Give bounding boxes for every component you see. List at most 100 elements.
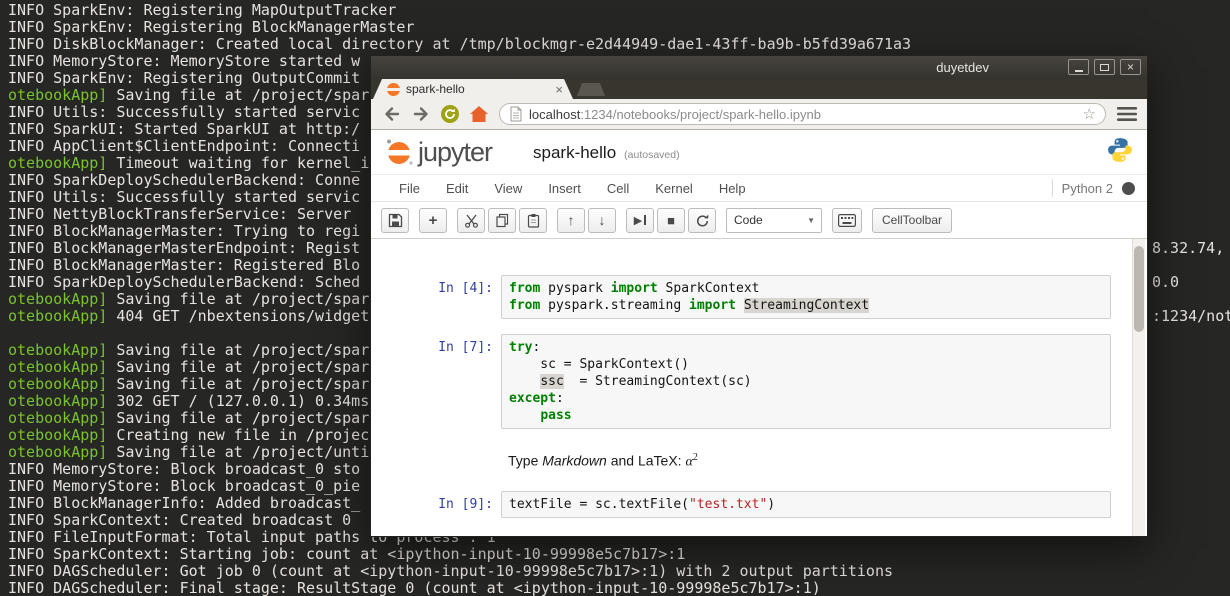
jupyter-logo[interactable]: jupyter [383, 136, 493, 166]
log-message: INFO SparkContext: Created broadcast 0 [8, 511, 361, 529]
browser-menu-button[interactable] [1114, 102, 1139, 127]
cell-type-value: Code [734, 213, 763, 227]
arrow-down-icon: ↓ [598, 212, 606, 228]
notebook-scrollbar[interactable] [1132, 239, 1145, 536]
bookmark-star-icon[interactable]: ☆ [1083, 105, 1096, 123]
add-cell-button[interactable]: + [419, 207, 447, 233]
log-message: INFO MemoryStore: Block broadcast_0_pie [8, 477, 361, 495]
move-cell-up-button[interactable]: ↑ [557, 207, 585, 233]
url-host: localhost [529, 106, 581, 122]
code-line: ssc = StreamingContext(sc) [540, 374, 752, 389]
restart-kernel-button[interactable] [688, 207, 716, 233]
browser-tab[interactable]: spark-hello × [373, 79, 573, 99]
menu-item-cell[interactable]: Cell [594, 181, 642, 196]
cut-cell-button[interactable] [457, 207, 485, 233]
address-bar[interactable]: localhost:1234/notebooks/project/spark-h… [499, 103, 1106, 125]
code-cell: In [4]: from pyspark import SparkContext f… [371, 275, 1147, 319]
new-tab-button[interactable] [577, 83, 605, 96]
menu-item-view[interactable]: View [481, 181, 535, 196]
code-line: try: [509, 340, 541, 355]
menu-item-insert[interactable]: Insert [535, 181, 594, 196]
jupyter-page: jupyter spark-hello (autosaved) File Edit… [371, 130, 1147, 536]
desktop: INFO SparkEnv: Registering MapOutputTrac… [0, 0, 1230, 596]
save-button[interactable] [381, 207, 409, 233]
window-titlebar[interactable]: duyetdev × [371, 56, 1147, 79]
log-message: INFO SparkDeploySchedulerBackend: Conne [8, 171, 361, 189]
home-icon [469, 106, 488, 122]
terminal-log-line: INFO NettyBlockTransferService: Server [8, 206, 360, 223]
notebook-area[interactable]: In [4]: from pyspark import SparkContext f… [371, 239, 1147, 536]
log-message: INFO SparkEnv: Registering MapOutputTrac… [8, 1, 397, 19]
terminal-log-line: otebookApp] Saving file at /project/spar [8, 376, 369, 393]
log-level-prefix: otebookApp] [8, 341, 108, 359]
log-message: INFO BlockManagerMaster: Registered Blo [8, 256, 361, 274]
forward-button[interactable] [408, 102, 433, 127]
terminal-log-line: INFO Utils: Successfully started servic [8, 189, 360, 206]
autosave-status: (autosaved) [624, 149, 680, 161]
terminal-log-line: otebookApp] Saving file at /project/spar [8, 342, 369, 359]
command-palette-button[interactable] [832, 207, 862, 233]
terminal-log-line: otebookApp] Saving file at /project/spar [8, 410, 369, 427]
code-cell: In [7]: try: sc = SparkContext() ssc = St… [371, 334, 1147, 429]
celltoolbar-button[interactable]: CellToolbar [872, 207, 953, 233]
code-line: from pyspark import SparkContext [509, 281, 760, 296]
terminal-log-line: otebookApp] Creating new file in /projec [8, 427, 369, 444]
notebook-toolbar: + ↑ ↓ ▶ ■ Code ▼ CellToolbar [371, 202, 1147, 239]
cell-input[interactable]: from pyspark import SparkContext from pys… [501, 275, 1111, 319]
code-cell: In [9]: textFile = sc.textFile("test.txt"… [371, 490, 1147, 518]
move-cell-down-button[interactable]: ↓ [588, 207, 616, 233]
terminal-log-fragment: 8.32.74, [1152, 239, 1225, 257]
terminal-log-line: INFO BlockManagerInfo: Added broadcast_ [8, 495, 360, 512]
menu-item-file[interactable]: File [386, 181, 433, 196]
log-message: INFO SparkEnv: Registering OutputCommit [8, 69, 361, 87]
log-message: INFO DiskBlockManager: Created local dir… [8, 35, 912, 53]
scissors-icon [464, 214, 478, 228]
run-cell-button[interactable]: ▶ [626, 207, 654, 233]
paste-cell-button[interactable] [519, 207, 547, 233]
menubar-separator [1051, 179, 1053, 197]
code-line: textFile = sc.textFile("test.txt") [509, 496, 776, 512]
run-icon: ▶ [633, 214, 643, 227]
log-level-prefix: otebookApp] [8, 358, 108, 376]
cell-type-select[interactable]: Code ▼ [726, 207, 822, 233]
log-message: INFO Utils: Successfully started servic [8, 188, 361, 206]
close-button[interactable]: × [1120, 59, 1141, 75]
cell-input[interactable]: try: sc = SparkContext() ssc = Streaming… [501, 334, 1111, 429]
log-level-prefix: otebookApp] [8, 392, 108, 410]
minimize-icon [1074, 69, 1083, 72]
hamburger-icon [1116, 107, 1137, 121]
terminal-log-line: otebookApp] Saving file at /project/spar [8, 87, 369, 104]
menu-item-edit[interactable]: Edit [433, 181, 481, 196]
scrollbar-thumb[interactable] [1134, 246, 1144, 332]
cell-input[interactable]: textFile = sc.textFile("test.txt") [501, 490, 1111, 518]
stop-kernel-button[interactable]: ■ [657, 207, 685, 233]
notebook-menubar: File Edit View Insert Cell Kernel Help Python … [371, 174, 1147, 202]
terminal-log-line: INFO Utils: Successfully started servic [8, 104, 360, 121]
page-icon [510, 106, 522, 122]
back-button[interactable] [379, 102, 404, 127]
home-button[interactable] [466, 102, 491, 127]
log-message: INFO SparkDeploySchedulerBackend: Sched [8, 273, 361, 291]
reload-button[interactable] [437, 102, 462, 127]
tab-close-icon[interactable]: × [555, 82, 563, 97]
menu-item-kernel[interactable]: Kernel [642, 181, 706, 196]
notebook-title-area[interactable]: spark-hello (autosaved) [533, 143, 680, 163]
terminal-log-line: INFO BlockManagerMaster: Registered Blo [8, 257, 360, 274]
log-message: Saving file at /project/spar [107, 409, 370, 427]
terminal-log-line: INFO SparkContext: Starting job: count a… [8, 546, 685, 563]
menu-item-help[interactable]: Help [706, 181, 759, 196]
log-message: INFO SparkUI: Started SparkUI at http:/ [8, 120, 361, 138]
browser-window: duyetdev × spark-hello × localhost:1234/… [370, 55, 1148, 537]
terminal-log-line: INFO SparkDeploySchedulerBackend: Sched [8, 274, 360, 291]
maximize-icon [1100, 63, 1109, 71]
maximize-button[interactable] [1094, 59, 1115, 75]
run-bar-icon [644, 215, 647, 225]
terminal-log-line: INFO SparkEnv: Registering OutputCommit [8, 70, 360, 87]
copy-cell-button[interactable] [488, 207, 516, 233]
notebook-title[interactable]: spark-hello [533, 143, 616, 163]
copy-icon [495, 213, 508, 227]
minimize-button[interactable] [1068, 59, 1089, 75]
terminal-log-fragment: 0.0 [1152, 273, 1180, 291]
markdown-body[interactable]: Type Markdown and LaTeX: α2 [501, 444, 1111, 476]
log-message: Saving file at /project/spar [107, 290, 370, 308]
